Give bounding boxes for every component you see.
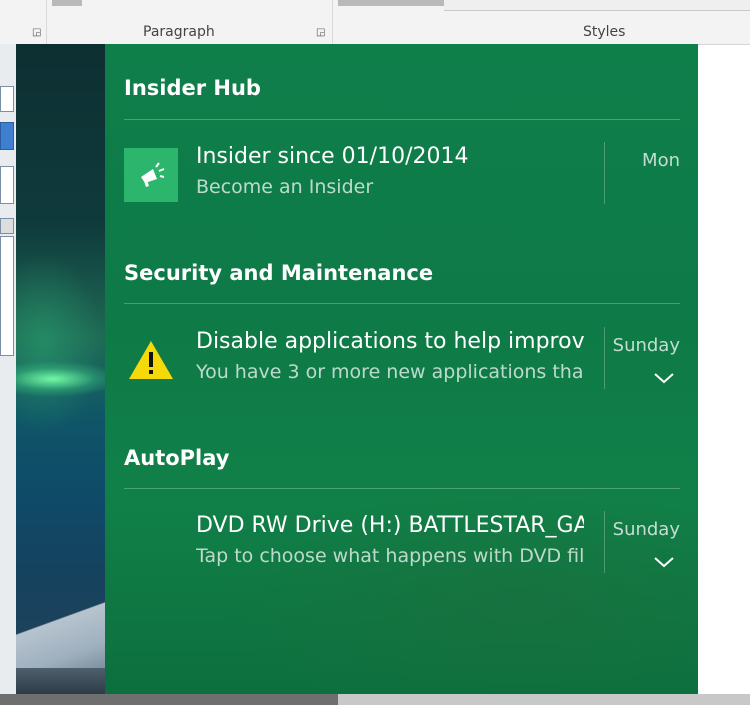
section-title-security-maintenance: Security and Maintenance [124, 261, 434, 285]
section-title-insider-hub: Insider Hub [124, 76, 261, 100]
doc-field[interactable] [0, 166, 14, 204]
notification-insider-hub[interactable]: Insider since 01/10/2014 Become an Insid… [124, 136, 680, 208]
word-ribbon: ◲ Paragraph ◲ Styles [0, 0, 750, 45]
styles-group-label: Styles [583, 24, 626, 40]
doc-selection[interactable] [0, 122, 14, 150]
paragraph-group-label: Paragraph [143, 24, 215, 40]
notification-text: Disable applications to help improve You… [196, 327, 584, 387]
notification-subtitle: Become an Insider [196, 176, 374, 198]
paragraph-dialog-launcher-icon[interactable]: ◲ [316, 27, 325, 38]
notification-separator [604, 327, 605, 389]
notification-time: Sunday [612, 519, 680, 540]
notification-text: DVD RW Drive (H:) BATTLESTAR_GAL Tap to … [196, 511, 584, 571]
ribbon-scroll-thumb [52, 0, 82, 6]
notification-subtitle: Tap to choose what happens with DVD fil [196, 545, 584, 567]
ribbon-group-separator [46, 0, 47, 44]
scrollbar-thumb[interactable] [0, 694, 338, 705]
doc-panel [0, 236, 14, 356]
ribbon-group-separator [332, 0, 333, 44]
notification-title: DVD RW Drive (H:) BATTLESTAR_GAL [196, 513, 584, 538]
notification-time: Mon [642, 150, 680, 171]
action-center-panel: Insider Hub Insider since 01/10/2014 Bec… [105, 44, 698, 694]
font-dialog-launcher-icon[interactable]: ◲ [32, 27, 41, 38]
bottom-scrollbar[interactable] [0, 694, 750, 705]
document-edge [0, 44, 16, 694]
styles-gallery [444, 0, 750, 11]
chevron-down-icon[interactable] [652, 553, 676, 571]
notification-subtitle: You have 3 or more new applications that [196, 361, 584, 383]
chevron-down-icon[interactable] [652, 369, 676, 387]
styles-gallery-scroll[interactable] [338, 0, 444, 6]
notification-text: Insider since 01/10/2014 Become an Insid… [196, 142, 584, 202]
notification-separator [604, 142, 605, 204]
notification-security-maintenance[interactable]: Disable applications to help improve You… [124, 321, 680, 393]
notification-title: Insider since 01/10/2014 [196, 144, 469, 169]
megaphone-icon [124, 148, 178, 202]
warning-icon [124, 333, 178, 387]
notification-time: Sunday [612, 335, 680, 356]
doc-field[interactable] [0, 86, 14, 112]
notification-title: Disable applications to help improve [196, 329, 584, 354]
notification-separator [604, 511, 605, 573]
section-divider [124, 303, 680, 304]
section-divider [124, 488, 680, 489]
desktop-wallpaper [16, 44, 108, 694]
notification-autoplay[interactable]: DVD RW Drive (H:) BATTLESTAR_GAL Tap to … [124, 505, 680, 577]
section-divider [124, 119, 680, 120]
section-title-autoplay: AutoPlay [124, 446, 230, 470]
wallpaper-mountains [16, 594, 108, 694]
doc-close-box[interactable] [0, 218, 14, 234]
